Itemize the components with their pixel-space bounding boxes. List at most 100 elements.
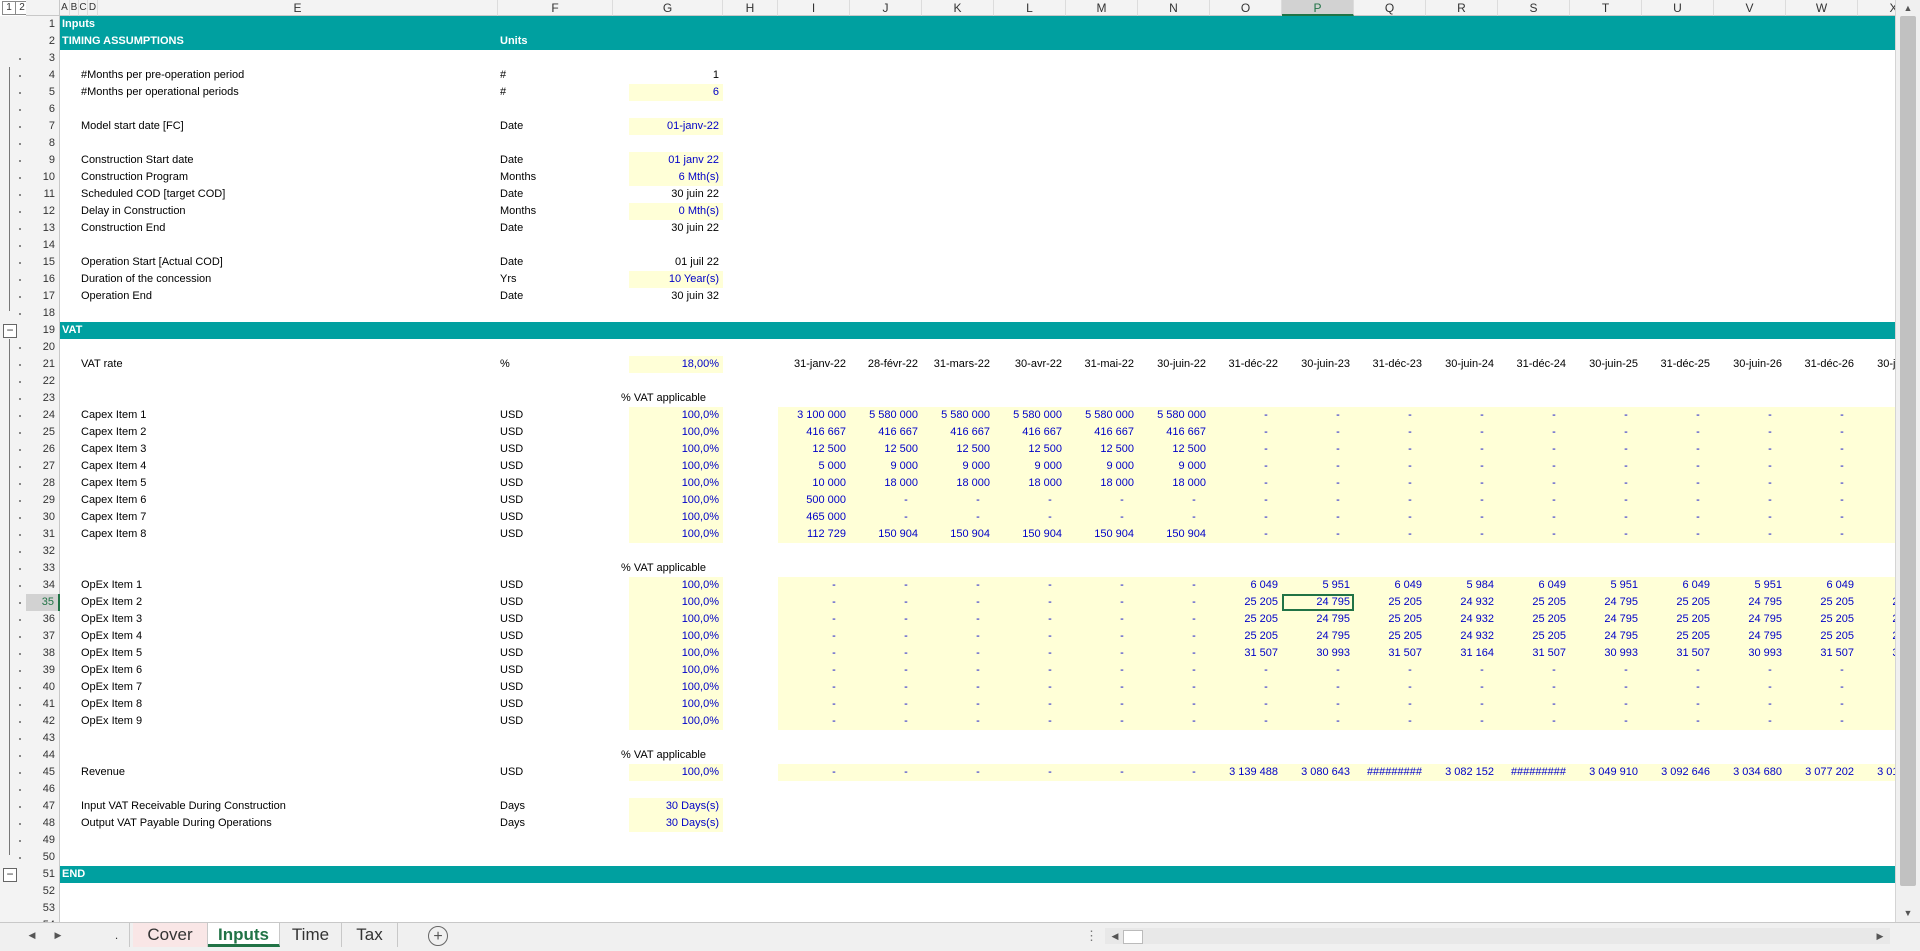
row-header-7[interactable]: 7 <box>26 118 60 135</box>
row-header-49[interactable]: 49 <box>26 832 60 849</box>
row-header-46[interactable]: 46 <box>26 781 60 798</box>
opex-value-cell[interactable]: 25 205 <box>1642 628 1710 645</box>
opex-value-cell[interactable]: 24 795 <box>1714 628 1782 645</box>
opex-value-cell[interactable]: 6 049 <box>1354 577 1422 594</box>
capex-value-cell[interactable]: 150 904 <box>994 526 1062 543</box>
opex-value-cell[interactable]: 24 795 <box>1570 628 1638 645</box>
add-sheet-button[interactable]: + <box>428 926 448 946</box>
opex-value-cell[interactable]: 25 205 <box>1498 611 1566 628</box>
row-header-29[interactable]: 29 <box>26 492 60 509</box>
capex-value-cell[interactable]: 12 500 <box>994 441 1062 458</box>
capex-vat-pct-input[interactable]: 100,0% <box>629 509 723 526</box>
capex-value-cell[interactable]: 500 000 <box>778 492 846 509</box>
opex-value-cell[interactable]: 6 049 <box>1786 577 1854 594</box>
opex-vat-pct-input[interactable]: 100,0% <box>629 662 723 679</box>
revenue-value-cell[interactable]: ######### <box>1354 764 1422 781</box>
capex-value-cell[interactable]: 5 580 000 <box>1066 407 1134 424</box>
opex-vat-pct-input[interactable]: 100,0% <box>629 577 723 594</box>
opex-vat-pct-input[interactable]: 100,0% <box>629 713 723 730</box>
column-header-t[interactable]: T <box>1570 0 1642 16</box>
row-header-24[interactable]: 24 <box>26 407 60 424</box>
row-header-31[interactable]: 31 <box>26 526 60 543</box>
opex-value-cell[interactable]: 25 205 <box>1210 611 1278 628</box>
column-header-c[interactable]: C <box>79 0 88 16</box>
row-header-18[interactable]: 18 <box>26 305 60 322</box>
scroll-up-icon[interactable]: ▲ <box>1898 1 1918 15</box>
opex-value-cell[interactable]: 5 984 <box>1426 577 1494 594</box>
column-header-l[interactable]: L <box>994 0 1066 16</box>
capex-value-cell[interactable]: 416 667 <box>778 424 846 441</box>
capex-value-cell[interactable]: 9 000 <box>1138 458 1206 475</box>
timing-value[interactable]: 01-janv-22 <box>629 118 723 135</box>
capex-value-cell[interactable]: 12 500 <box>1138 441 1206 458</box>
capex-value-cell[interactable]: 3 100 000 <box>778 407 846 424</box>
capex-value-cell[interactable]: 416 667 <box>922 424 990 441</box>
capex-value-cell[interactable]: 465 000 <box>778 509 846 526</box>
row-header-4[interactable]: 4 <box>26 67 60 84</box>
capex-value-cell[interactable]: 416 667 <box>1138 424 1206 441</box>
revenue-value-cell[interactable]: 3 092 646 <box>1642 764 1710 781</box>
opex-value-cell[interactable]: 25 205 <box>1642 594 1710 611</box>
column-header-v[interactable]: V <box>1714 0 1786 16</box>
opex-value-cell[interactable]: 24 932 <box>1426 628 1494 645</box>
row-header-51[interactable]: 51 <box>26 866 60 883</box>
opex-vat-pct-input[interactable]: 100,0% <box>629 628 723 645</box>
capex-value-cell[interactable]: 9 000 <box>850 458 918 475</box>
opex-vat-pct-input[interactable]: 100,0% <box>629 645 723 662</box>
opex-value-cell[interactable]: 24 795 <box>1282 611 1350 628</box>
row-header-10[interactable]: 10 <box>26 169 60 186</box>
collapse-group-button[interactable]: − <box>3 324 17 338</box>
opex-value-cell[interactable]: 24 795 <box>1570 594 1638 611</box>
column-header-u[interactable]: U <box>1642 0 1714 16</box>
opex-vat-pct-input[interactable]: 100,0% <box>629 696 723 713</box>
revenue-value-cell[interactable]: 3 082 152 <box>1426 764 1494 781</box>
row-header-42[interactable]: 42 <box>26 713 60 730</box>
opex-vat-pct-input[interactable]: 100,0% <box>629 611 723 628</box>
column-header-a[interactable]: A <box>60 0 70 16</box>
row-header-15[interactable]: 15 <box>26 254 60 271</box>
opex-value-cell[interactable]: 24 795 <box>1282 628 1350 645</box>
column-header-o[interactable]: O <box>1210 0 1282 16</box>
row-header-36[interactable]: 36 <box>26 611 60 628</box>
opex-value-cell[interactable]: 25 205 <box>1786 628 1854 645</box>
row-header-27[interactable]: 27 <box>26 458 60 475</box>
opex-value-cell[interactable]: 25 205 <box>1642 611 1710 628</box>
opex-value-cell[interactable]: 30 993 <box>1714 645 1782 662</box>
row-header-21[interactable]: 21 <box>26 356 60 373</box>
sheet-tab-cover[interactable]: Cover <box>133 923 208 947</box>
opex-value-cell[interactable]: 25 205 <box>1354 611 1422 628</box>
scroll-down-icon[interactable]: ▼ <box>1898 906 1918 920</box>
tab-scroll-right-icon[interactable]: ▶ <box>48 928 68 942</box>
column-header-g[interactable]: G <box>613 0 723 16</box>
revenue-value-cell[interactable]: 3 034 680 <box>1714 764 1782 781</box>
outline-level-1-button[interactable]: 1 <box>2 1 16 15</box>
timing-value[interactable]: 6 Mth(s) <box>629 169 723 186</box>
sheet-tab-tax[interactable]: Tax <box>342 923 398 947</box>
capex-vat-pct-input[interactable]: 100,0% <box>629 458 723 475</box>
column-header-i[interactable]: I <box>778 0 850 16</box>
row-header-30[interactable]: 30 <box>26 509 60 526</box>
row-header-41[interactable]: 41 <box>26 696 60 713</box>
opex-value-cell[interactable]: 31 507 <box>1786 645 1854 662</box>
column-header-k[interactable]: K <box>922 0 994 16</box>
opex-value-cell[interactable]: 24 795 <box>1714 594 1782 611</box>
row-header-25[interactable]: 25 <box>26 424 60 441</box>
capex-value-cell[interactable]: 150 904 <box>922 526 990 543</box>
timing-value[interactable]: 6 <box>629 84 723 101</box>
capex-value-cell[interactable]: 12 500 <box>922 441 990 458</box>
column-header-w[interactable]: W <box>1786 0 1858 16</box>
capex-value-cell[interactable]: 150 904 <box>1066 526 1134 543</box>
row-header-22[interactable]: 22 <box>26 373 60 390</box>
row-header-50[interactable]: 50 <box>26 849 60 866</box>
timing-value[interactable]: 01 janv 22 <box>629 152 723 169</box>
capex-value-cell[interactable]: 18 000 <box>850 475 918 492</box>
row-header-17[interactable]: 17 <box>26 288 60 305</box>
capex-value-cell[interactable]: 5 580 000 <box>850 407 918 424</box>
capex-value-cell[interactable]: 5 580 000 <box>994 407 1062 424</box>
row-header-23[interactable]: 23 <box>26 390 60 407</box>
row-header-16[interactable]: 16 <box>26 271 60 288</box>
sheet-tab-time[interactable]: Time <box>280 923 342 947</box>
revenue-value-cell[interactable]: ######### <box>1498 764 1566 781</box>
opex-value-cell[interactable]: 31 507 <box>1642 645 1710 662</box>
opex-vat-pct-input[interactable]: 100,0% <box>629 594 723 611</box>
